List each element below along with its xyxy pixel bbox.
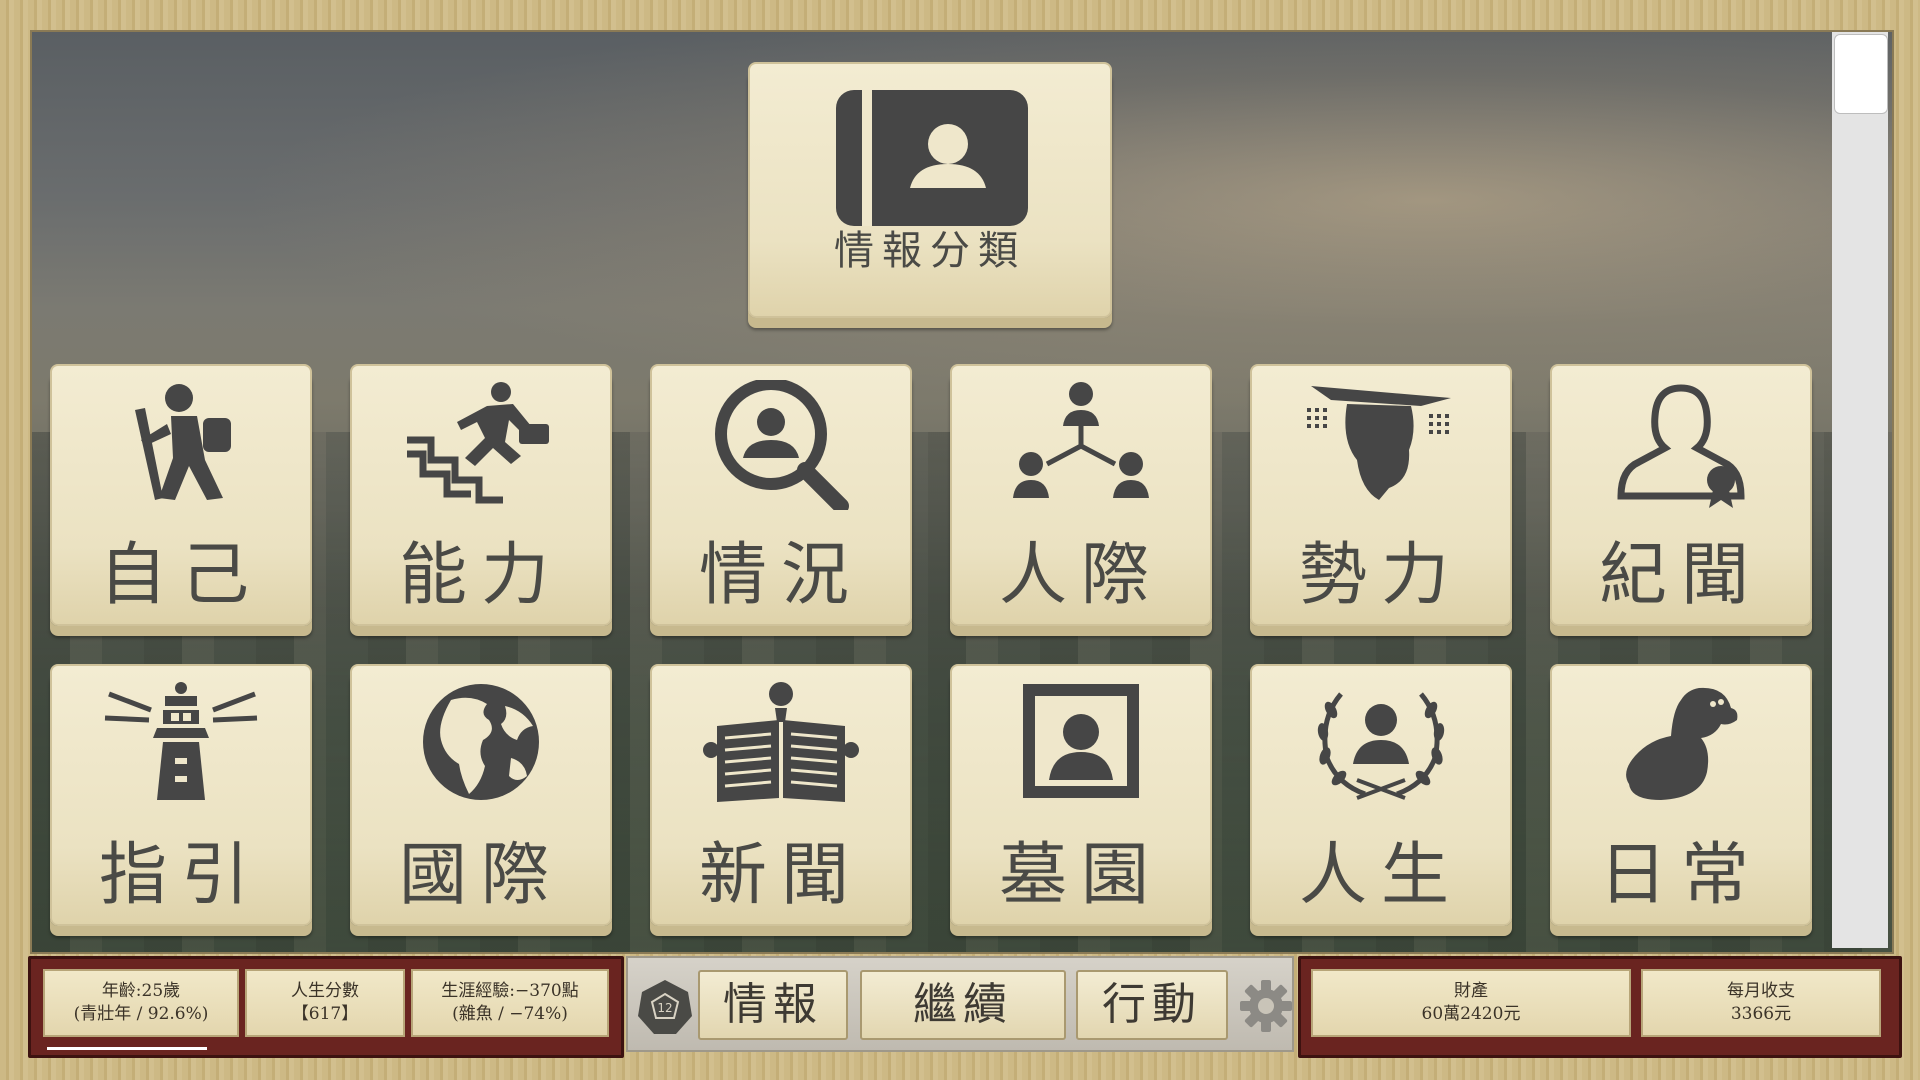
- age-stat-line1: 年齡:25歲: [101, 981, 181, 1002]
- tile-life[interactable]: 人生: [1250, 664, 1512, 926]
- age-stat[interactable]: 年齡:25歲 (青壯年 / 92.6%): [43, 969, 239, 1037]
- scholar-head-icon: [1307, 386, 1451, 500]
- career-exp-stat[interactable]: 生涯經驗:−370點 (雜魚 / −74%): [411, 969, 609, 1037]
- tile-self[interactable]: 自己: [50, 364, 312, 626]
- continue-button[interactable]: 繼續: [860, 970, 1066, 1040]
- tile-influence[interactable]: 勢力: [1250, 364, 1512, 626]
- career-exp-line2: (雜魚 / −74%): [452, 1004, 568, 1024]
- tile-news-record-label: 紀聞: [1598, 536, 1763, 615]
- tile-daily-label: 日常: [1598, 836, 1763, 915]
- info-button[interactable]: 情報: [698, 970, 848, 1040]
- newspaper-reader-icon: [703, 682, 859, 802]
- tile-relations[interactable]: 人際: [950, 364, 1212, 626]
- tile-situation-label: 情況: [698, 536, 863, 615]
- hiker-icon: [135, 384, 231, 500]
- assets-label: 財產: [1454, 981, 1488, 1002]
- tile-news-record[interactable]: 紀聞: [1550, 364, 1812, 626]
- assets-stat[interactable]: 財產 60萬2420元: [1311, 969, 1631, 1037]
- tile-ability[interactable]: 能力: [350, 364, 612, 626]
- finance-panel: 財產 60萬2420元 每月收支 3366元: [1298, 956, 1902, 1058]
- magnifier-person-icon: [715, 380, 849, 510]
- svg-text:12: 12: [657, 1001, 672, 1015]
- portrait-frame-icon: [1023, 684, 1139, 798]
- tile-cemetery-label: 墓園: [998, 836, 1163, 915]
- scrollbar-track[interactable]: [1832, 32, 1888, 948]
- scrollbar-thumb[interactable]: [1834, 34, 1888, 114]
- lighthouse-icon: [104, 682, 258, 800]
- tile-news-label: 新聞: [698, 836, 863, 915]
- tile-influence-label: 勢力: [1298, 536, 1463, 615]
- tile-guide[interactable]: 指引: [50, 664, 312, 926]
- command-bar: 12 情報 繼續 行動: [626, 956, 1294, 1052]
- d12-dice-icon[interactable]: 12: [636, 978, 694, 1036]
- laurel-person-icon: [1317, 692, 1445, 800]
- bottom-bar: 年齡:25歲 (青壯年 / 92.6%) 人生分數 【617】 生涯經驗:−37…: [24, 956, 1902, 1058]
- tile-life-label: 人生: [1298, 836, 1463, 915]
- life-score-label: 人生分數: [291, 981, 359, 1002]
- gear-icon[interactable]: [1238, 976, 1294, 1036]
- people-network-icon: [1013, 382, 1149, 498]
- tile-international[interactable]: 國際: [350, 664, 612, 926]
- person-badge-icon: [1617, 384, 1745, 508]
- tile-ability-label: 能力: [398, 536, 563, 615]
- contact-book-icon: [836, 90, 1028, 226]
- tile-news[interactable]: 新聞: [650, 664, 912, 926]
- monthly-balance-stat[interactable]: 每月收支 3366元: [1641, 969, 1881, 1037]
- career-exp-line1: 生涯經驗:−370點: [441, 981, 579, 1002]
- action-button[interactable]: 行動: [1076, 970, 1228, 1040]
- climbing-stairs-icon: [407, 382, 549, 504]
- age-stat-line2: (青壯年 / 92.6%): [73, 1004, 209, 1024]
- tile-guide-label: 指引: [98, 836, 263, 915]
- tile-relations-label: 人際: [998, 536, 1163, 615]
- monthly-balance-value: 3366元: [1730, 1004, 1792, 1024]
- monkey-icon: [1626, 687, 1738, 800]
- tile-self-label: 自己: [98, 536, 263, 615]
- assets-value: 60萬2420元: [1421, 1004, 1521, 1024]
- tile-situation[interactable]: 情況: [650, 364, 912, 626]
- globe-icon: [423, 684, 539, 800]
- progress-line: [47, 1047, 207, 1050]
- tile-daily[interactable]: 日常: [1550, 664, 1812, 926]
- tile-international-label: 國際: [398, 836, 563, 915]
- info-category-label: 情報分類: [834, 228, 1026, 274]
- info-category-button[interactable]: 情報分類: [748, 62, 1112, 318]
- monthly-balance-label: 每月收支: [1727, 981, 1795, 1002]
- status-panel: 年齡:25歲 (青壯年 / 92.6%) 人生分數 【617】 生涯經驗:−37…: [28, 956, 624, 1058]
- tile-cemetery[interactable]: 墓園: [950, 664, 1212, 926]
- life-score-value: 【617】: [291, 1004, 359, 1024]
- life-score-stat[interactable]: 人生分數 【617】: [245, 969, 405, 1037]
